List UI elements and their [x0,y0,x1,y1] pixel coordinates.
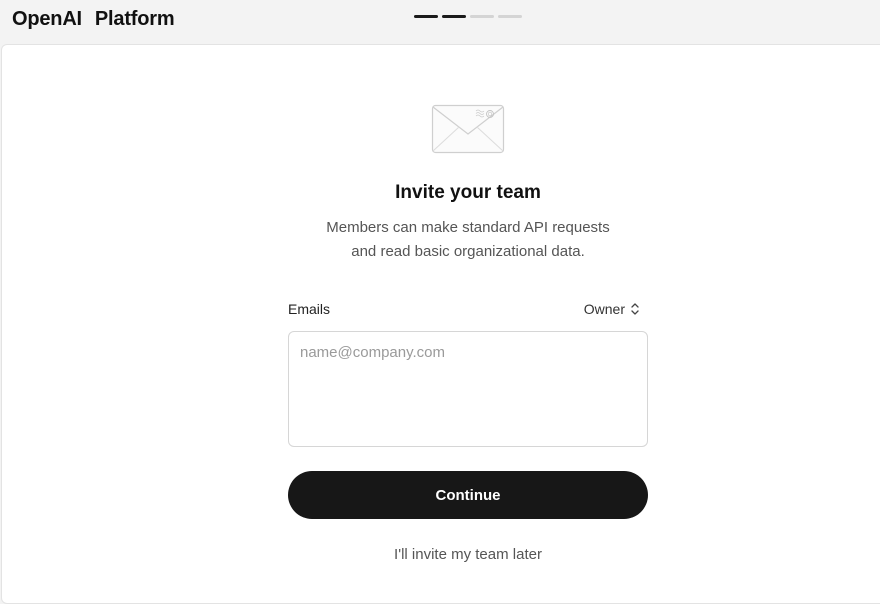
top-bar: OpenAI Platform [0,0,880,44]
emails-label: Emails [288,301,331,317]
brand-product: Platform [94,8,175,30]
continue-button[interactable]: Continue [288,471,648,519]
page-title: Invite your team [395,182,541,203]
role-select-value: Owner [583,301,625,317]
progress-step-1 [414,15,438,18]
role-select[interactable]: Owner [584,300,640,318]
progress-step-4 [498,15,522,18]
onboarding-progress [414,15,522,18]
chevron-up-down-icon [630,302,640,316]
description-line-2: and read basic organizational data. [351,243,585,260]
brand-name: OpenAI [12,8,82,30]
progress-step-3 [470,15,494,18]
page-description: Members can make standard API requests a… [268,216,668,264]
envelope-icon [431,104,505,154]
emails-input[interactable] [288,331,648,447]
progress-step-2 [442,15,466,18]
brand-logo[interactable]: OpenAI Platform [12,7,175,31]
invite-later-link[interactable]: I'll invite my team later [288,545,648,565]
description-line-1: Members can make standard API requests [326,219,610,236]
